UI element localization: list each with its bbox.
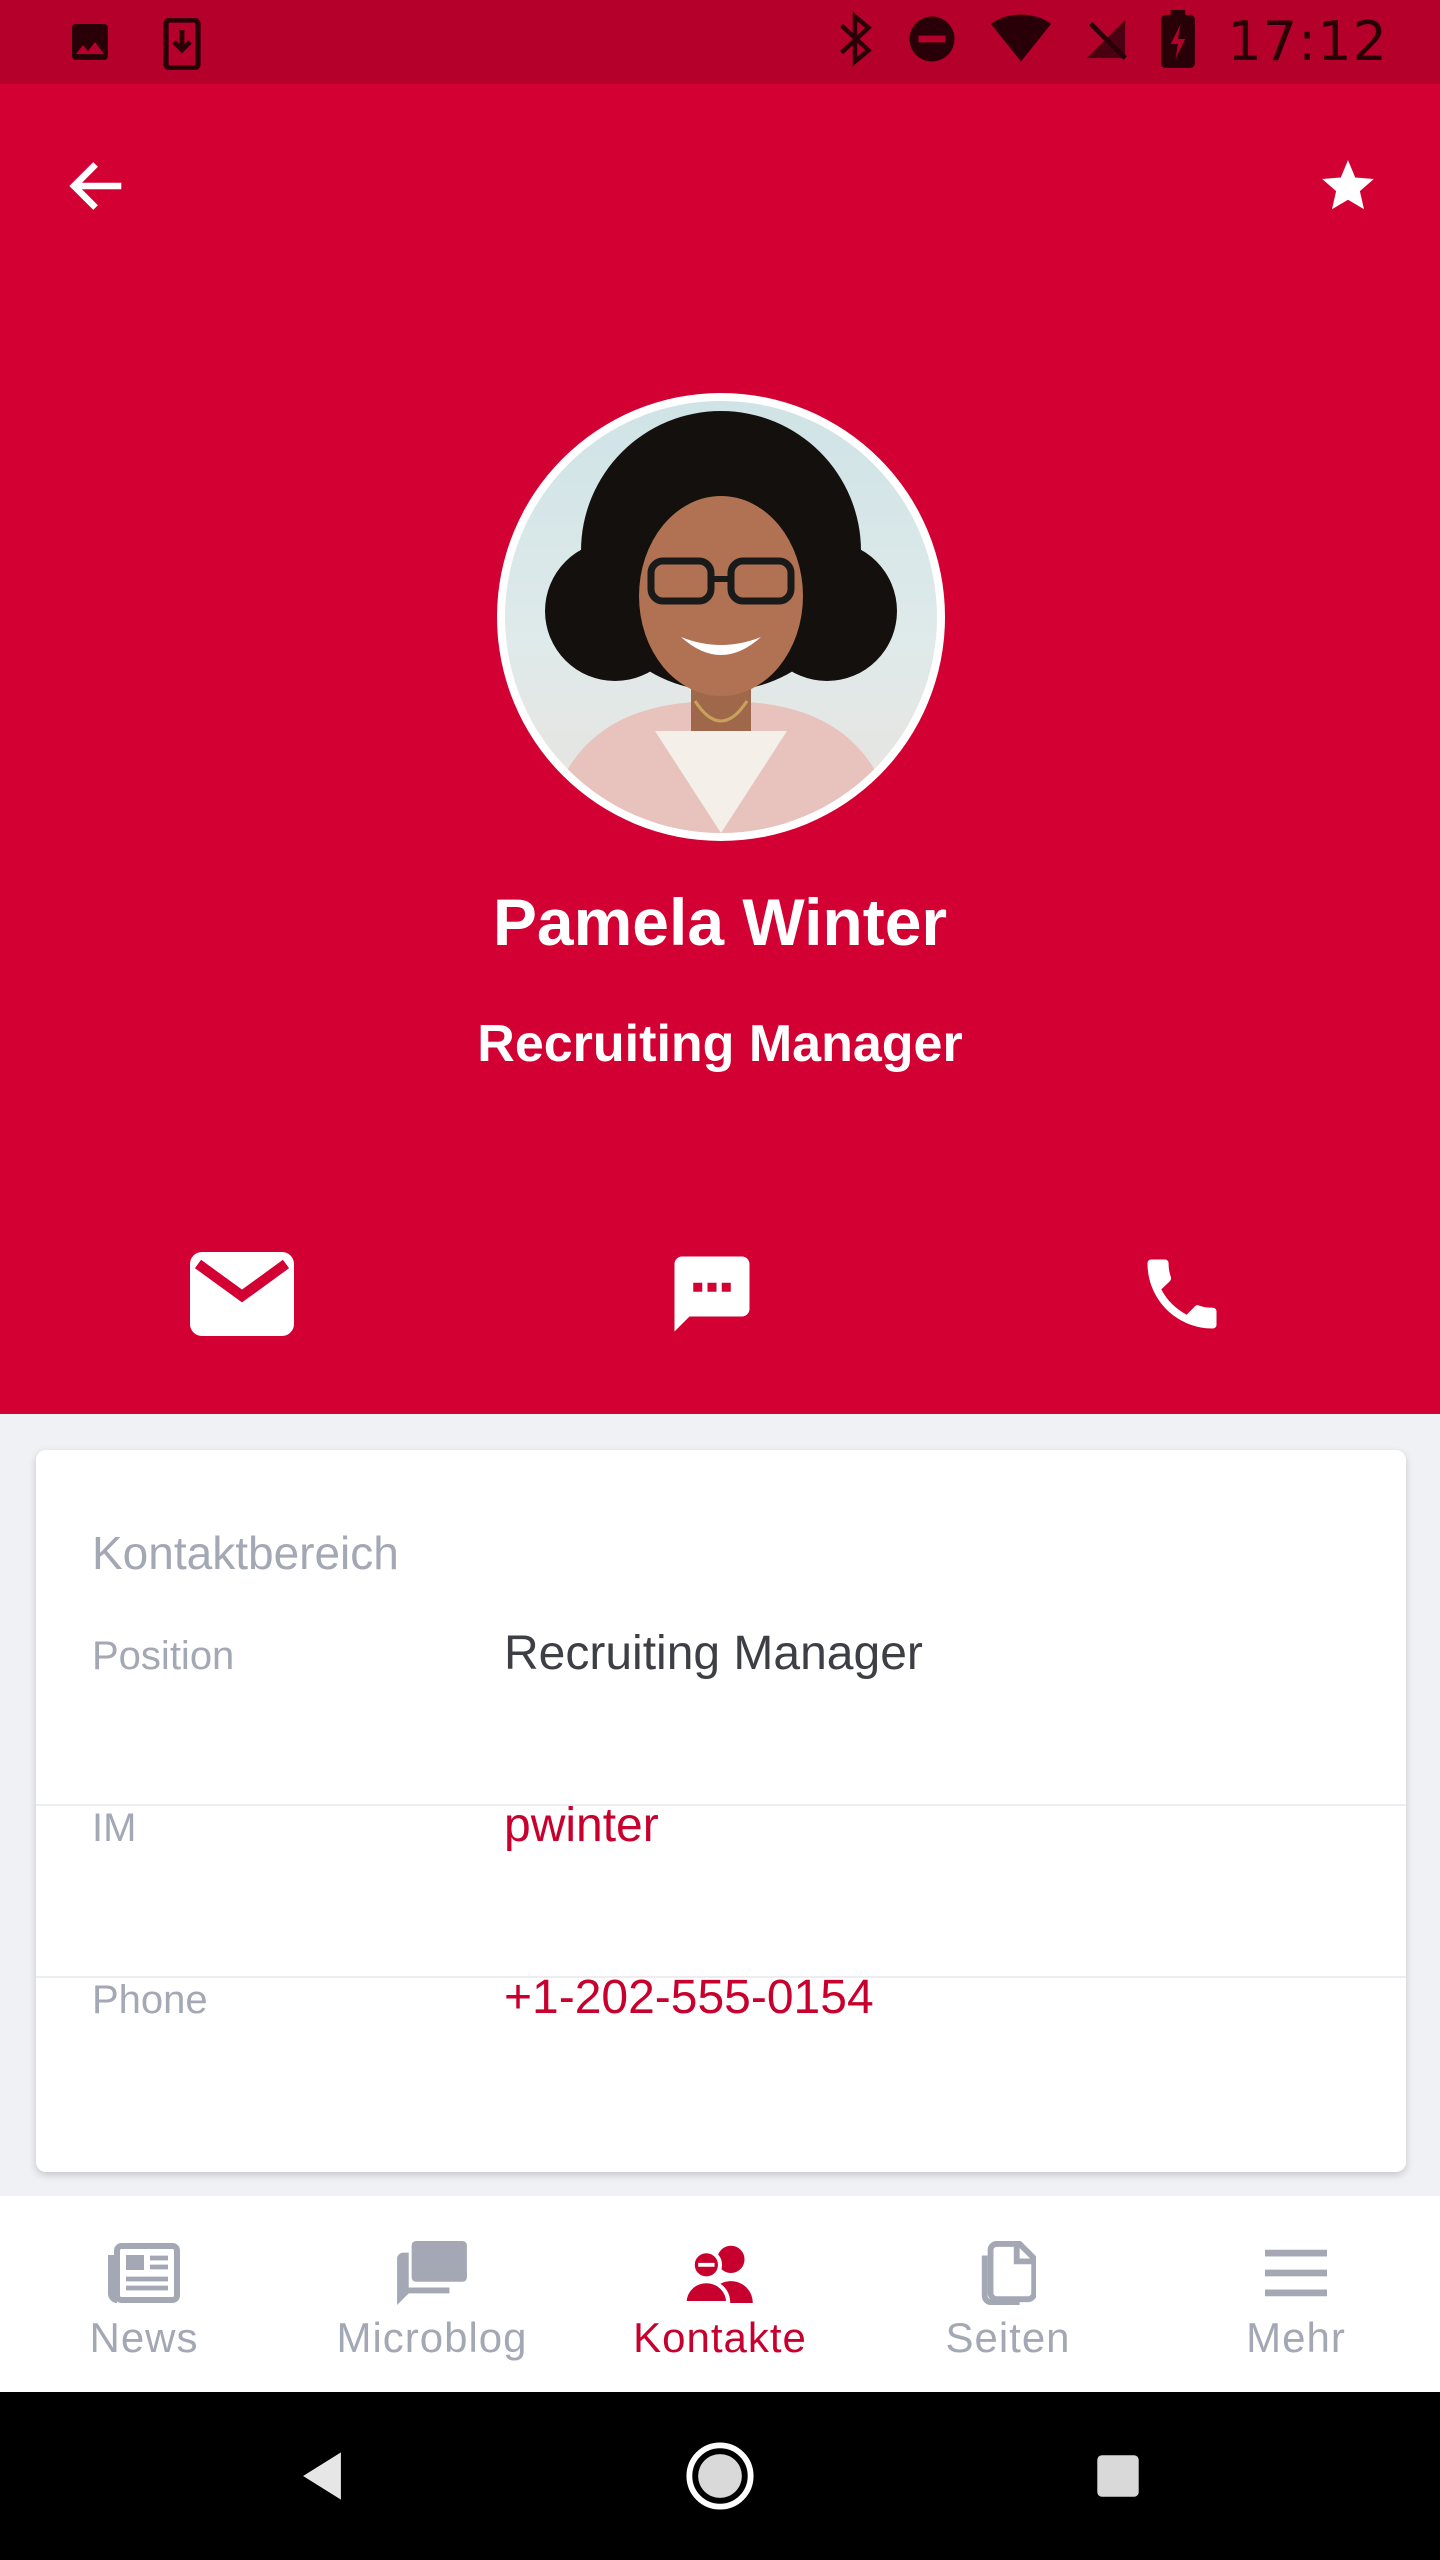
- bottom-navigation: News Microblog Kontakte Seiten Mehr: [0, 2196, 1440, 2392]
- chat-icon: [674, 1256, 750, 1332]
- nav-label: Microblog: [336, 2314, 528, 2361]
- nav-label: Mehr: [1246, 2314, 1346, 2361]
- status-bar: 17:12: [0, 0, 1440, 84]
- detail-row-phone[interactable]: Phone +1-202-555-0154: [36, 1916, 1406, 2086]
- nav-item-seiten[interactable]: Seiten: [864, 2196, 1152, 2392]
- triangle-back-icon: [303, 2452, 341, 2500]
- message-button[interactable]: [642, 1224, 782, 1364]
- battery-charging-icon: [1161, 10, 1196, 73]
- detail-row-im[interactable]: IM pwinter: [36, 1744, 1406, 1914]
- phone-link[interactable]: +1-202-555-0154: [504, 1970, 874, 2025]
- do-not-disturb-icon: [905, 12, 959, 71]
- contacts-icon: [680, 2238, 760, 2308]
- favorite-button[interactable]: [1308, 146, 1388, 226]
- nav-item-microblog[interactable]: Microblog: [288, 2196, 576, 2392]
- contact-title: Recruiting Manager: [477, 1015, 963, 1073]
- system-navigation-bar: [0, 2392, 1440, 2560]
- nav-item-mehr[interactable]: Mehr: [1152, 2196, 1440, 2392]
- menu-icon: [1256, 2238, 1336, 2308]
- row-label: Phone: [92, 1978, 208, 2022]
- circle-home-icon: [686, 2442, 754, 2510]
- contact-name: Pamela Winter: [492, 885, 948, 959]
- square-recents-icon: [1097, 2455, 1139, 2497]
- nav-item-kontakte[interactable]: Kontakte: [576, 2196, 864, 2392]
- system-home-button[interactable]: [670, 2426, 770, 2526]
- arrow-left-icon: [69, 162, 122, 210]
- mail-icon: [190, 1252, 294, 1336]
- clock: 17:12: [1227, 10, 1388, 73]
- image-icon: [66, 18, 114, 75]
- system-back-button[interactable]: [272, 2426, 372, 2526]
- nav-label: News: [89, 2314, 199, 2361]
- detail-row-position: Position Recruiting Manager: [36, 1572, 1406, 1742]
- avatar: [497, 393, 945, 841]
- call-button[interactable]: [1112, 1224, 1252, 1364]
- row-value: Recruiting Manager: [504, 1627, 923, 1680]
- row-label: Position: [92, 1634, 235, 1678]
- no-signal-icon: [1083, 16, 1129, 67]
- system-recents-button[interactable]: [1068, 2426, 1168, 2526]
- row-label: IM: [92, 1806, 137, 1850]
- chat-bubbles-icon: [392, 2238, 472, 2308]
- nav-label: Kontakte: [633, 2314, 807, 2361]
- bluetooth-icon: [837, 11, 873, 71]
- profile-header: Pamela Winter Recruiting Manager: [0, 84, 1440, 1414]
- nav-item-news[interactable]: News: [0, 2196, 288, 2392]
- email-button[interactable]: [172, 1224, 312, 1364]
- download-icon: [158, 17, 206, 75]
- nav-label: Seiten: [945, 2314, 1071, 2361]
- newspaper-icon: [104, 2238, 184, 2308]
- star-icon: [1322, 160, 1374, 210]
- phone-icon: [1147, 1259, 1217, 1329]
- im-link[interactable]: pwinter: [504, 1798, 659, 1853]
- pages-icon: [968, 2238, 1048, 2308]
- wifi-icon: [991, 14, 1052, 69]
- contact-details-card: Kontaktbereich Position Recruiting Manag…: [36, 1450, 1406, 2172]
- profile-photo: [505, 401, 937, 833]
- back-button[interactable]: [56, 146, 136, 226]
